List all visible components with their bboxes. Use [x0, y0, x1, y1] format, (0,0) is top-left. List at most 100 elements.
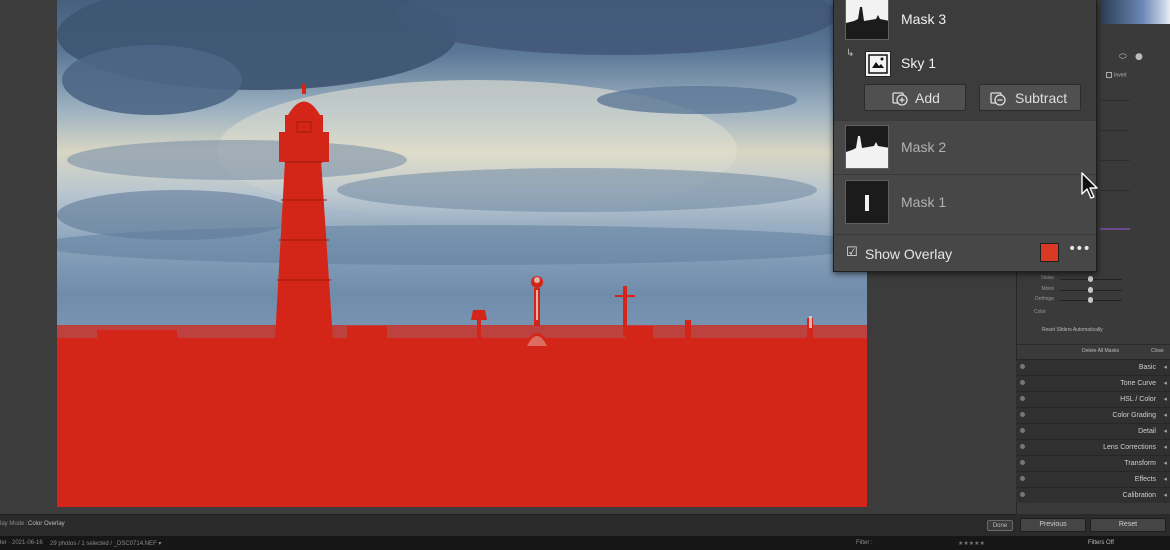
slider-track	[1100, 228, 1130, 230]
section-label: Detail	[1138, 428, 1156, 435]
section-label: Lens Corrections	[1103, 444, 1156, 451]
delete-all-masks-button[interactable]: Delete All Masks	[1082, 348, 1119, 354]
mask3-thumbnail[interactable]	[845, 0, 889, 40]
cloud	[57, 225, 867, 265]
slider-knob[interactable]	[1088, 276, 1093, 282]
slider-knob[interactable]	[1088, 287, 1093, 293]
subtract-label: Subtract	[1015, 90, 1068, 106]
done-button[interactable]: Done	[987, 520, 1013, 531]
mask-overlay-horizon	[57, 325, 867, 345]
show-overlay-label[interactable]: Show Overlay	[865, 246, 952, 262]
mouse-cursor-icon	[1081, 172, 1098, 199]
section-label: HSL / Color	[1120, 396, 1156, 403]
add-icon	[892, 92, 908, 106]
slider-track	[1100, 190, 1130, 191]
section-label: Transform	[1124, 460, 1156, 467]
moire-slider[interactable]: Moiré	[1030, 286, 1130, 293]
mask-preview	[846, 126, 888, 168]
photo-count[interactable]: 29 photos / 1 selected / _DSC0714.NEF ▾	[50, 540, 161, 547]
mask2-thumbnail[interactable]	[845, 125, 889, 169]
close-button[interactable]: Close	[1151, 348, 1164, 354]
mask3-label[interactable]: Mask 3	[901, 11, 946, 27]
star-rating-filter-icon[interactable]: ★★★★★	[958, 540, 985, 547]
mask1-thumbnail[interactable]	[845, 180, 889, 224]
section-label: Basic	[1138, 364, 1156, 371]
chevron-left-icon: ◂	[1163, 379, 1167, 387]
filmstrip-bar: ler · 2021-06-16 29 photos / 1 selected …	[0, 536, 1170, 550]
section-tone-curve[interactable]: Tone Curve ◂	[1016, 375, 1170, 391]
cloud	[597, 86, 797, 114]
chevron-left-icon: ◂	[1163, 443, 1167, 451]
lightroom-window: lay Mode : Color Overlay Done ⬭ ● Invert…	[0, 0, 1170, 550]
invert-label: Invert	[1114, 72, 1127, 79]
show-overlay-checkbox[interactable]: ☑	[846, 245, 858, 260]
overlay-color-swatch[interactable]	[1040, 243, 1059, 262]
color-label: Color	[1034, 309, 1046, 315]
filters-off-dropdown[interactable]: Filters Off	[1088, 540, 1114, 546]
redeye-tool-icon[interactable]: ●	[1135, 52, 1143, 62]
toggle-icon[interactable]	[1020, 412, 1025, 417]
divider	[834, 120, 1096, 121]
toggle-icon[interactable]	[1020, 380, 1025, 385]
previous-button[interactable]: Previous	[1020, 518, 1086, 532]
add-label: Add	[915, 90, 940, 106]
folder-date: ler · 2021-06-16	[0, 540, 43, 546]
toggle-icon[interactable]	[1020, 460, 1025, 465]
sky1-label[interactable]: Sky 1	[901, 55, 936, 71]
section-label: Effects	[1134, 476, 1156, 483]
photo-preview[interactable]	[57, 0, 867, 507]
slider-label: Moiré	[1041, 286, 1054, 292]
overlay-mode-dropdown[interactable]: Color Overlay	[28, 521, 65, 527]
slider-label: Noise	[1041, 275, 1054, 281]
toggle-icon[interactable]	[1020, 492, 1025, 497]
toggle-icon[interactable]	[1020, 444, 1025, 449]
add-mask-button[interactable]: Add	[864, 84, 966, 111]
mask-tool-icon[interactable]: ⬭	[1119, 52, 1127, 62]
chevron-left-icon: ◂	[1163, 475, 1167, 483]
subtract-icon	[990, 92, 1006, 106]
mask2-label[interactable]: Mask 2	[901, 139, 946, 155]
defringe-slider[interactable]: Defringe	[1030, 296, 1130, 303]
toggle-icon[interactable]	[1020, 364, 1025, 369]
histogram	[1101, 0, 1170, 24]
divider	[834, 174, 1096, 175]
child-link-icon: ↳	[846, 48, 855, 59]
section-lens-corrections[interactable]: Lens Corrections ◂	[1016, 439, 1170, 455]
mask1-label[interactable]: Mask 1	[901, 194, 946, 210]
sky1-thumbnail[interactable]	[865, 51, 891, 77]
chevron-left-icon: ◂	[1163, 395, 1167, 403]
slider-knob[interactable]	[1088, 297, 1093, 303]
toggle-icon[interactable]	[1020, 428, 1025, 433]
toggle-icon[interactable]	[1020, 476, 1025, 481]
reset-sliders-checkbox[interactable]: Reset Sliders Automatically	[1042, 327, 1103, 333]
cloud	[67, 140, 407, 180]
section-effects[interactable]: Effects ◂	[1016, 471, 1170, 487]
reset-button[interactable]: Reset	[1090, 518, 1166, 532]
section-transform[interactable]: Transform ◂	[1016, 455, 1170, 471]
mask-overlay-ground	[57, 338, 867, 507]
section-basic[interactable]: Basic ◂	[1016, 359, 1170, 375]
photo-scene	[57, 0, 867, 507]
cloud	[62, 45, 242, 115]
ellipsis-icon[interactable]: •••	[1068, 241, 1091, 257]
section-color-grading[interactable]: Color Grading ◂	[1016, 407, 1170, 423]
overlay-mode-label: lay Mode :	[0, 521, 28, 527]
bottom-toolbar: lay Mode : Color Overlay Done	[0, 514, 1016, 536]
noise-slider[interactable]: Noise	[1030, 275, 1130, 282]
mask-actions-row: Delete All Masks Close	[1016, 344, 1170, 356]
section-calibration[interactable]: Calibration ◂	[1016, 487, 1170, 503]
invert-checkbox[interactable]: Invert	[1106, 72, 1127, 78]
section-detail[interactable]: Detail ◂	[1016, 423, 1170, 439]
section-label: Tone Curve	[1120, 380, 1156, 387]
section-label: Calibration	[1122, 492, 1156, 499]
mask-preview	[846, 0, 888, 39]
section-hsl-color[interactable]: HSL / Color ◂	[1016, 391, 1170, 407]
filter-label: Filter :	[856, 540, 873, 546]
cloud	[337, 168, 817, 212]
toggle-icon[interactable]	[1020, 396, 1025, 401]
tool-strip: ⬭ ●	[1101, 52, 1170, 68]
subtract-mask-button[interactable]: Subtract	[979, 84, 1081, 111]
sky-icon	[868, 54, 888, 74]
chevron-left-icon: ◂	[1163, 411, 1167, 419]
panel-footer: Previous Reset	[1016, 514, 1170, 536]
